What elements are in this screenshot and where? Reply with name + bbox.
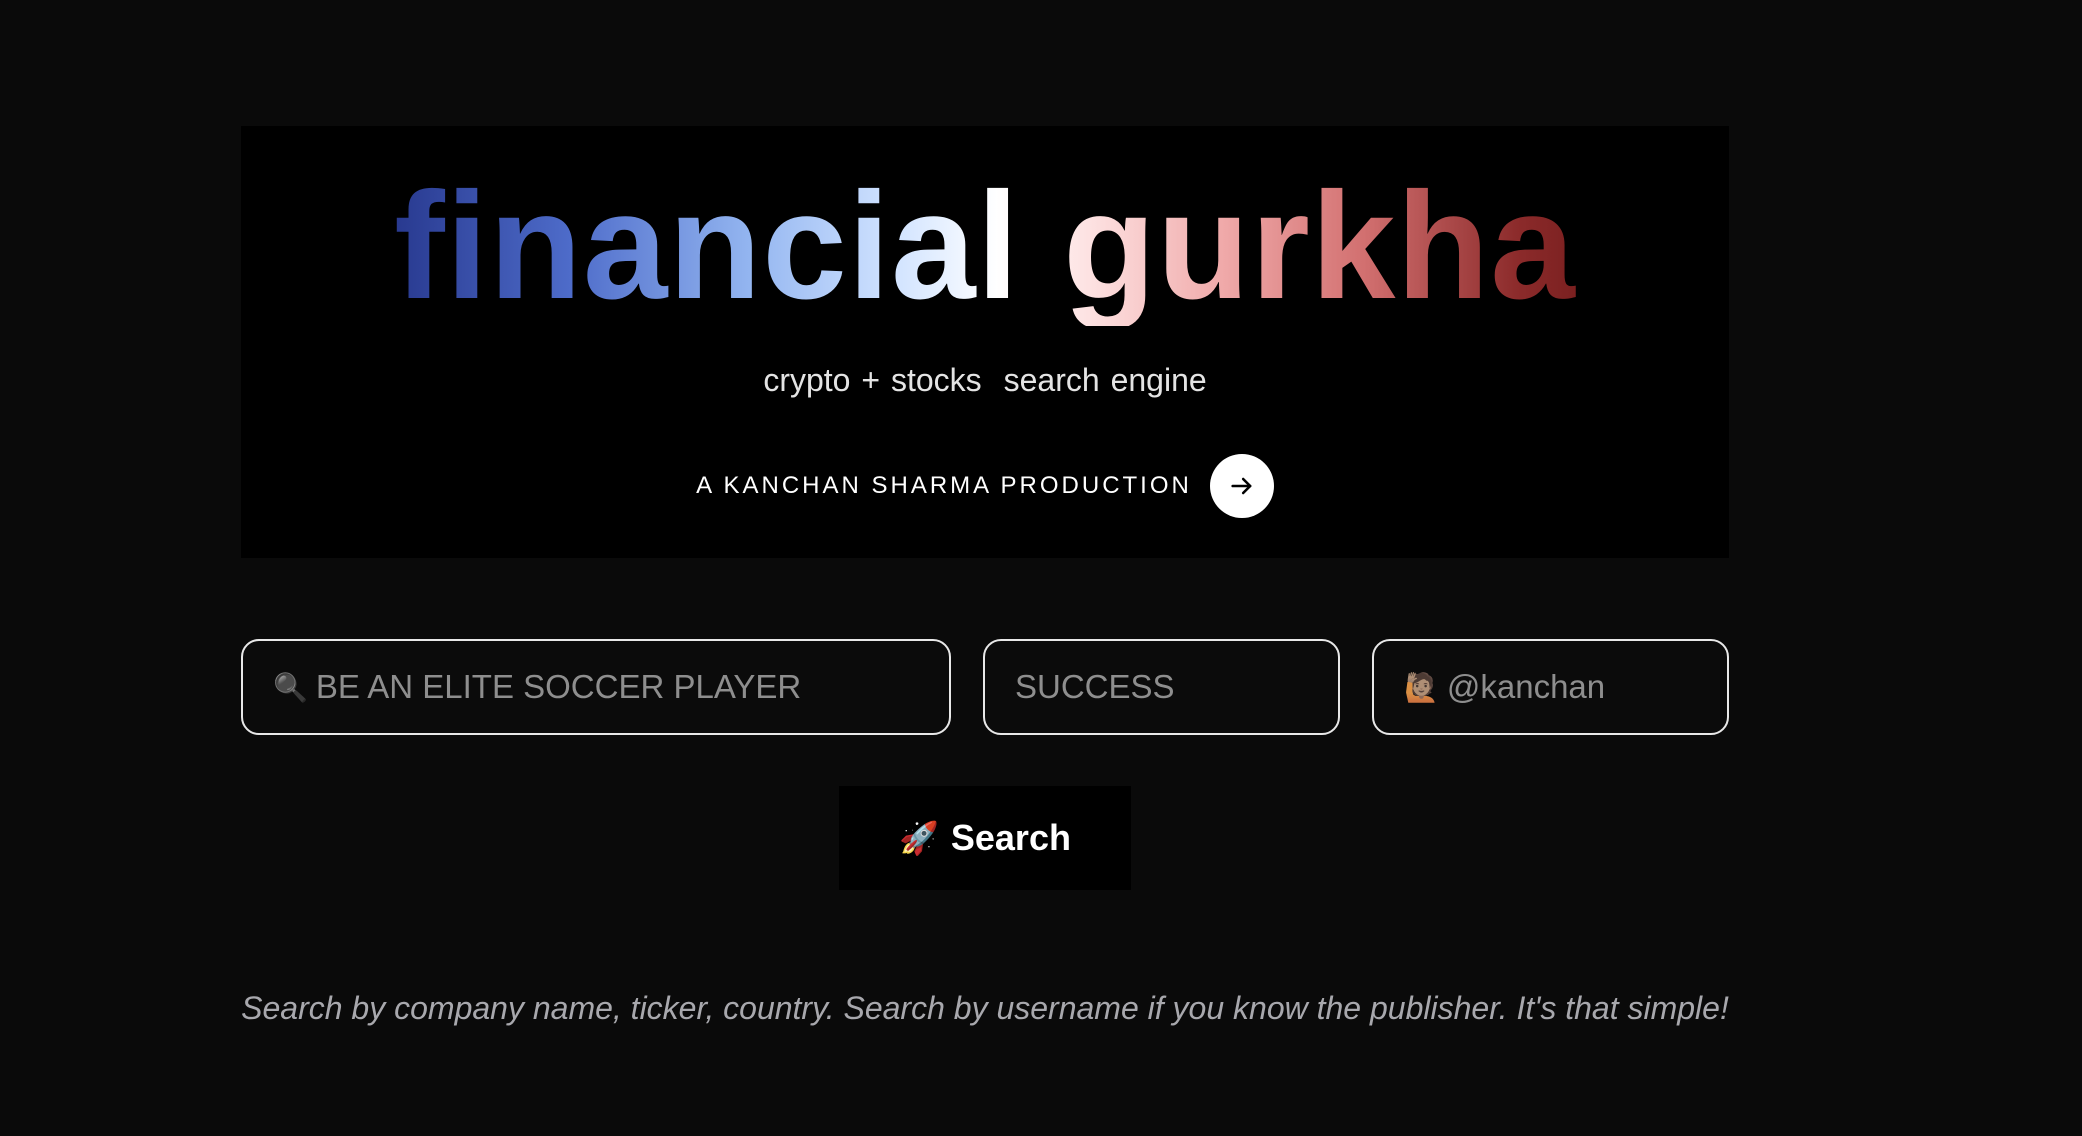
arrow-right-icon: [1231, 477, 1252, 495]
search-query-input[interactable]: [315, 668, 949, 706]
username-field[interactable]: 🙋🏽: [1372, 639, 1729, 735]
production-credit: A KANCHAN SHARMA PRODUCTION: [241, 454, 1729, 518]
tagline-crypto-stocks: crypto + stocks: [763, 362, 982, 398]
arrow-right-button[interactable]: [1209, 454, 1274, 518]
title-wrap: financial gurkha: [241, 166, 1729, 326]
person-raising-hand-icon: 🙋🏽: [1404, 671, 1439, 703]
tag-input[interactable]: [1015, 668, 1338, 706]
rocket-icon: 🚀: [899, 820, 939, 856]
page: financial gurkha crypto + stocks search e…: [0, 0, 2082, 1136]
tag-field[interactable]: [983, 639, 1340, 735]
brand-title: financial gurkha: [394, 161, 1576, 331]
hero-banner: financial gurkha crypto + stocks search e…: [241, 126, 1729, 558]
production-label: A KANCHAN SHARMA PRODUCTION: [696, 472, 1192, 499]
magnifier-icon: 🔍: [273, 671, 308, 703]
username-input[interactable]: [1446, 668, 1727, 706]
tagline-search-engine: search engine: [1003, 362, 1207, 398]
search-query-field[interactable]: 🔍: [241, 639, 951, 735]
search-hint: Search by company name, ticker, country.…: [241, 990, 1729, 1026]
tagline: crypto + stocks search engine: [241, 362, 1729, 399]
search-button-label: Search: [950, 817, 1071, 858]
search-button[interactable]: 🚀 Search: [839, 786, 1131, 890]
